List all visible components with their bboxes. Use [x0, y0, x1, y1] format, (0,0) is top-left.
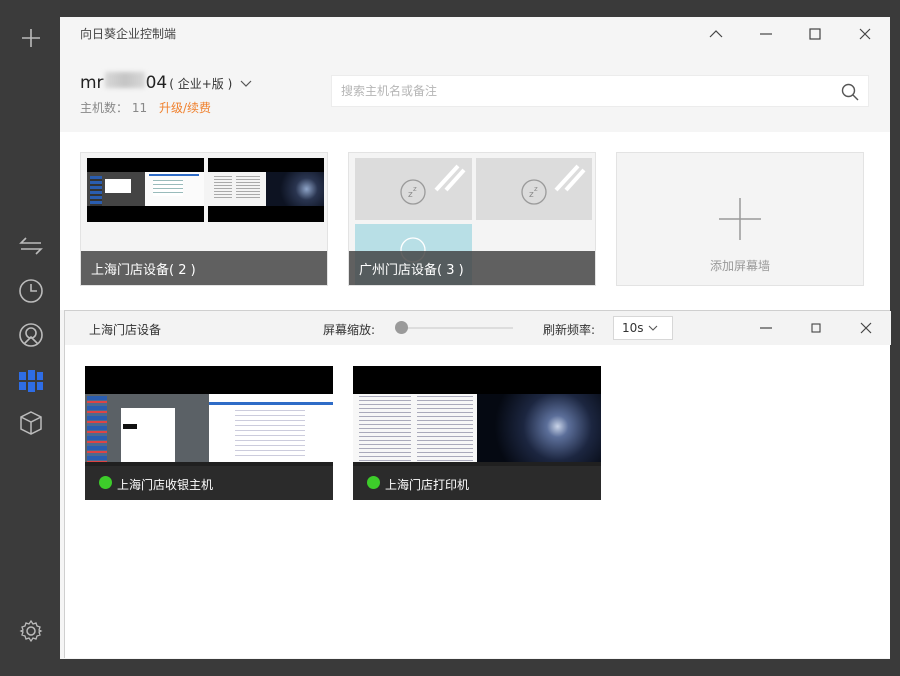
clock-icon[interactable] — [18, 278, 44, 304]
maximize-button[interactable] — [801, 23, 829, 45]
search-box — [331, 75, 869, 107]
screen-wall-card[interactable]: 上海门店设备( 2 ) — [80, 152, 328, 286]
sleep-icon: zz — [400, 179, 426, 205]
sleeping-screen: zz — [476, 158, 592, 220]
host-screenshot — [85, 394, 333, 466]
wall-window-title: 上海门店设备 — [89, 323, 162, 337]
host-tile[interactable]: 上海门店打印机 — [353, 366, 601, 500]
add-screen-wall-label: 添加屏幕墙 — [709, 259, 770, 273]
wall-window-toolbar: 上海门店设备 屏幕缩放: 刷新频率: 10s — [65, 311, 891, 345]
screen-wall-window: 上海门店设备 屏幕缩放: 刷新频率: 10s 上海门店收银主机 上海门店打印机 — [64, 310, 891, 658]
edition-label: ( 企业+版 ) — [169, 77, 233, 91]
refresh-select[interactable]: 10s — [613, 316, 673, 340]
sleeping-screen: zz — [355, 158, 472, 220]
stripe-mark — [434, 164, 466, 192]
sleep-icon: zz — [521, 179, 547, 205]
app-title: 向日葵企业控制端 — [80, 27, 177, 41]
host-label: 上海门店打印机 — [353, 466, 601, 500]
box-icon[interactable] — [18, 410, 44, 436]
zoom-label: 屏幕缩放: — [323, 323, 376, 337]
svg-text:z: z — [534, 185, 538, 193]
svg-text:z: z — [413, 185, 417, 193]
minimize-button[interactable] — [752, 23, 780, 45]
chevron-down-icon — [648, 325, 657, 331]
host-screenshot — [353, 394, 601, 466]
remote-icon[interactable] — [18, 322, 44, 348]
host-label: 上海门店收银主机 — [85, 466, 333, 500]
upgrade-link[interactable]: 升级/续费 — [159, 101, 211, 115]
screen-wall-list: 上海门店设备( 2 ) zz zz 广州门店设备( 3 ) 添加屏幕墙 — [60, 132, 890, 310]
search-input[interactable] — [332, 76, 812, 106]
plus-icon — [719, 198, 761, 240]
plus-icon[interactable] — [18, 25, 44, 51]
swap-icon[interactable] — [18, 233, 44, 259]
zoom-slider-handle[interactable] — [395, 321, 408, 334]
collapse-button[interactable] — [702, 23, 730, 45]
account-name[interactable]: mr 04 ( 企业+版 ) — [80, 72, 252, 93]
screen-wall-card[interactable]: zz zz 广州门店设备( 3 ) — [348, 152, 596, 286]
sidebar — [0, 0, 60, 676]
host-count: 主机数： 11 升级/续费 — [80, 101, 211, 115]
account-info: mr 04 ( 企业+版 ) 主机数： 11 升级/续费 — [80, 72, 252, 116]
screen-wall-label: 上海门店设备( 2 ) — [81, 251, 327, 285]
maximize-button[interactable] — [802, 317, 830, 339]
search-icon[interactable] — [841, 83, 859, 101]
host-tile[interactable]: 上海门店收银主机 — [85, 366, 333, 500]
minimize-button[interactable] — [752, 317, 780, 339]
online-status-dot — [367, 476, 380, 489]
refresh-label: 刷新频率: — [543, 323, 596, 337]
zoom-slider[interactable] — [395, 321, 513, 334]
close-button[interactable] — [852, 317, 880, 339]
chevron-down-icon — [240, 80, 252, 87]
add-screen-wall-card[interactable]: 添加屏幕墙 — [616, 152, 864, 286]
online-status-dot — [99, 476, 112, 489]
screen-wall-icon[interactable] — [18, 368, 44, 394]
masked-text — [104, 72, 145, 88]
stripe-mark — [554, 164, 586, 192]
close-button[interactable] — [851, 23, 879, 45]
screen-thumbnail — [208, 158, 324, 222]
gear-icon[interactable] — [18, 618, 44, 644]
screen-wall-label: 广州门店设备( 3 ) — [349, 251, 595, 285]
title-bar: 向日葵企业控制端 — [60, 17, 890, 49]
screen-thumbnail — [87, 158, 204, 222]
